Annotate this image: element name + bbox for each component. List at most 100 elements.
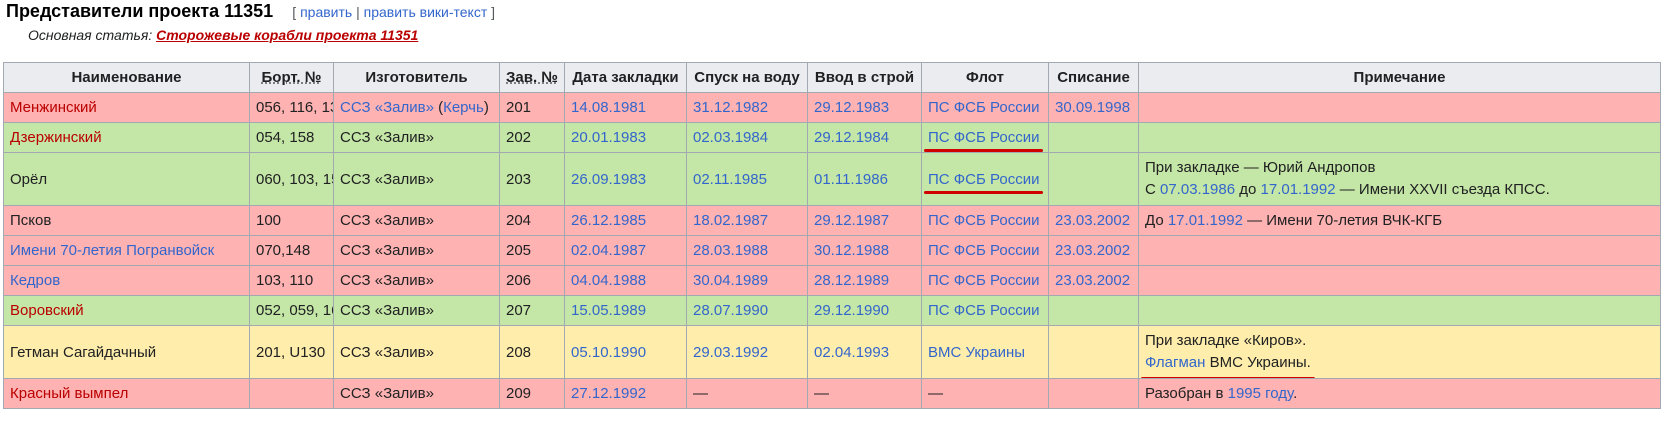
header-name[interactable]: Наименование	[3, 62, 250, 93]
date-link[interactable]: 20.01.1983	[571, 129, 646, 146]
header-commissioned[interactable]: Ввод в строй	[807, 62, 922, 93]
ship-name-link[interactable]: Менжинский	[10, 99, 97, 116]
header-laid[interactable]: Дата закладки	[564, 62, 687, 93]
maker-text: ССЗ «Залив»	[333, 295, 500, 326]
section-heading-row: Представители проекта 11351 [ править | …	[6, 1, 495, 22]
bort-number: 060, 103, 156	[249, 152, 334, 206]
ship-name-link[interactable]: Дзержинский	[10, 129, 102, 146]
edit-wikitext-link[interactable]: править вики-текст	[364, 4, 488, 20]
date-link[interactable]: 05.10.1990	[571, 344, 646, 361]
decom-cell	[1048, 152, 1139, 206]
header-launched[interactable]: Спуск на воду	[686, 62, 808, 93]
date-link[interactable]: 30.12.1988	[814, 242, 889, 259]
date-link[interactable]: 17.01.1992	[1168, 212, 1243, 229]
date-link[interactable]: 29.12.1987	[814, 212, 889, 229]
header-zav[interactable]: Зав. №	[499, 62, 565, 93]
date-link[interactable]: 02.04.1987	[571, 242, 646, 259]
ship-name-link[interactable]: Имени 70-летия Погранвойск	[10, 242, 214, 259]
fleet-link[interactable]: ПС ФСБ России	[928, 242, 1039, 259]
date-link[interactable]: 07.03.1986	[1160, 181, 1235, 198]
maker-cell: ССЗ «Залив» (Керчь)	[333, 92, 500, 123]
ship-name-link[interactable]: Воровский	[10, 302, 84, 319]
fleet-link[interactable]: ВМС Украины	[928, 344, 1025, 361]
note-line: При закладке — Юрий Андропов	[1145, 159, 1376, 176]
maker-link[interactable]: ССЗ «Залив»	[340, 99, 434, 116]
date-link[interactable]: 15.05.1989	[571, 302, 646, 319]
fleet-link[interactable]: ПС ФСБ России	[928, 99, 1039, 116]
fleet-link[interactable]: ПС ФСБ России	[928, 272, 1039, 289]
decom-cell	[1048, 122, 1139, 153]
ships-table: Наименование Борт. № Изготовитель Зав. №…	[3, 62, 1661, 409]
fleet-cell: —	[921, 378, 1049, 409]
date-link[interactable]: 01.11.1986	[814, 171, 888, 188]
zav-number: 209	[499, 378, 565, 409]
edit-link[interactable]: править	[300, 4, 352, 20]
ship-name-link[interactable]: Красный вымпел	[10, 385, 128, 402]
header-note[interactable]: Примечание	[1138, 62, 1661, 93]
date-link[interactable]: 23.03.2002	[1055, 242, 1130, 259]
bort-number: 201, U130	[249, 325, 334, 379]
bort-number	[249, 378, 334, 409]
note-cell	[1138, 92, 1661, 123]
flagship-highlight: Флагман ВМС Украины.	[1141, 352, 1315, 378]
date-link[interactable]: 28.12.1989	[814, 272, 889, 289]
date-link[interactable]: 14.08.1981	[571, 99, 646, 116]
bort-number: 103, 110	[249, 265, 334, 296]
date-link[interactable]: 31.12.1982	[693, 99, 768, 116]
date-link[interactable]: 28.03.1988	[693, 242, 768, 259]
date-link[interactable]: 02.11.1985	[693, 171, 767, 188]
ship-name-link[interactable]: Кедров	[10, 272, 60, 289]
note-line: При закладке «Киров».	[1145, 332, 1307, 349]
date-link[interactable]: 17.01.1992	[1261, 181, 1336, 198]
table-header-row: Наименование Борт. № Изготовитель Зав. №…	[3, 62, 1661, 93]
maker-city-link[interactable]: Керчь	[443, 99, 484, 116]
ship-name: Орёл	[3, 152, 250, 206]
fleet-link-highlighted[interactable]: ПС ФСБ России	[923, 171, 1044, 194]
table-row: Псков 100 ССЗ «Залив» 204 26.12.1985 18.…	[3, 205, 1661, 236]
date-link[interactable]: 23.03.2002	[1055, 272, 1130, 289]
header-decom[interactable]: Списание	[1048, 62, 1139, 93]
main-article-hatnote: Основная статья: Сторожевые корабли прое…	[28, 27, 418, 43]
table-row: Имени 70-летия Погранвойск 070,148 ССЗ «…	[3, 235, 1661, 266]
date-link[interactable]: 29.12.1990	[814, 302, 889, 319]
bort-number: 100	[249, 205, 334, 236]
flagship-link[interactable]: Флагман	[1145, 354, 1205, 371]
date-link[interactable]: 27.12.1992	[571, 385, 646, 402]
note-line: Флагман ВМС Украины.	[1141, 352, 1654, 378]
date-link[interactable]: 02.03.1984	[693, 129, 768, 146]
date-link[interactable]: 23.03.2002	[1055, 212, 1130, 229]
maker-text: ССЗ «Залив»	[333, 378, 500, 409]
note-cell: Разобран в 1995 году.	[1138, 378, 1661, 409]
date-link[interactable]: 26.09.1983	[571, 171, 646, 188]
decom-cell	[1048, 325, 1139, 379]
date-link[interactable]: 30.09.1998	[1055, 99, 1130, 116]
table-row: Дзержинский 054, 158 ССЗ «Залив» 202 20.…	[3, 122, 1661, 153]
note-line: С 07.03.1986 до 17.01.1992 — Имени XXVII…	[1145, 181, 1550, 198]
header-fleet[interactable]: Флот	[921, 62, 1049, 93]
date-link[interactable]: 18.02.1987	[693, 212, 768, 229]
year-link[interactable]: 1995 году	[1228, 385, 1293, 402]
fleet-link[interactable]: ПС ФСБ России	[928, 302, 1039, 319]
decom-cell	[1048, 378, 1139, 409]
table-row: Кедров 103, 110 ССЗ «Залив» 206 04.04.19…	[3, 265, 1661, 296]
fleet-link-highlighted[interactable]: ПС ФСБ России	[923, 129, 1044, 152]
date-link[interactable]: 28.07.1990	[693, 302, 768, 319]
date-link[interactable]: 30.04.1989	[693, 272, 768, 289]
note-cell: При закладке — Юрий Андропов С 07.03.198…	[1138, 152, 1661, 206]
bort-number: 070,148	[249, 235, 334, 266]
header-bort[interactable]: Борт. №	[249, 62, 334, 93]
hatnote-prefix: Основная статья:	[28, 27, 153, 43]
wiki-page: Представители проекта 11351 [ править | …	[0, 0, 1662, 434]
date-link[interactable]: 29.12.1983	[814, 99, 889, 116]
table-row: Менжинский 056, 116, 130 ССЗ «Залив» (Ке…	[3, 92, 1661, 123]
date-link[interactable]: 29.12.1984	[814, 129, 889, 146]
date-link[interactable]: 04.04.1988	[571, 272, 646, 289]
date-link[interactable]: 02.04.1993	[814, 344, 889, 361]
main-article-link[interactable]: Сторожевые корабли проекта 11351	[156, 27, 418, 43]
fleet-link[interactable]: ПС ФСБ России	[928, 212, 1039, 229]
maker-text: ССЗ «Залив»	[333, 265, 500, 296]
ship-name: Псков	[3, 205, 250, 236]
date-link[interactable]: 26.12.1985	[571, 212, 646, 229]
header-maker[interactable]: Изготовитель	[333, 62, 500, 93]
date-link[interactable]: 29.03.1992	[693, 344, 768, 361]
